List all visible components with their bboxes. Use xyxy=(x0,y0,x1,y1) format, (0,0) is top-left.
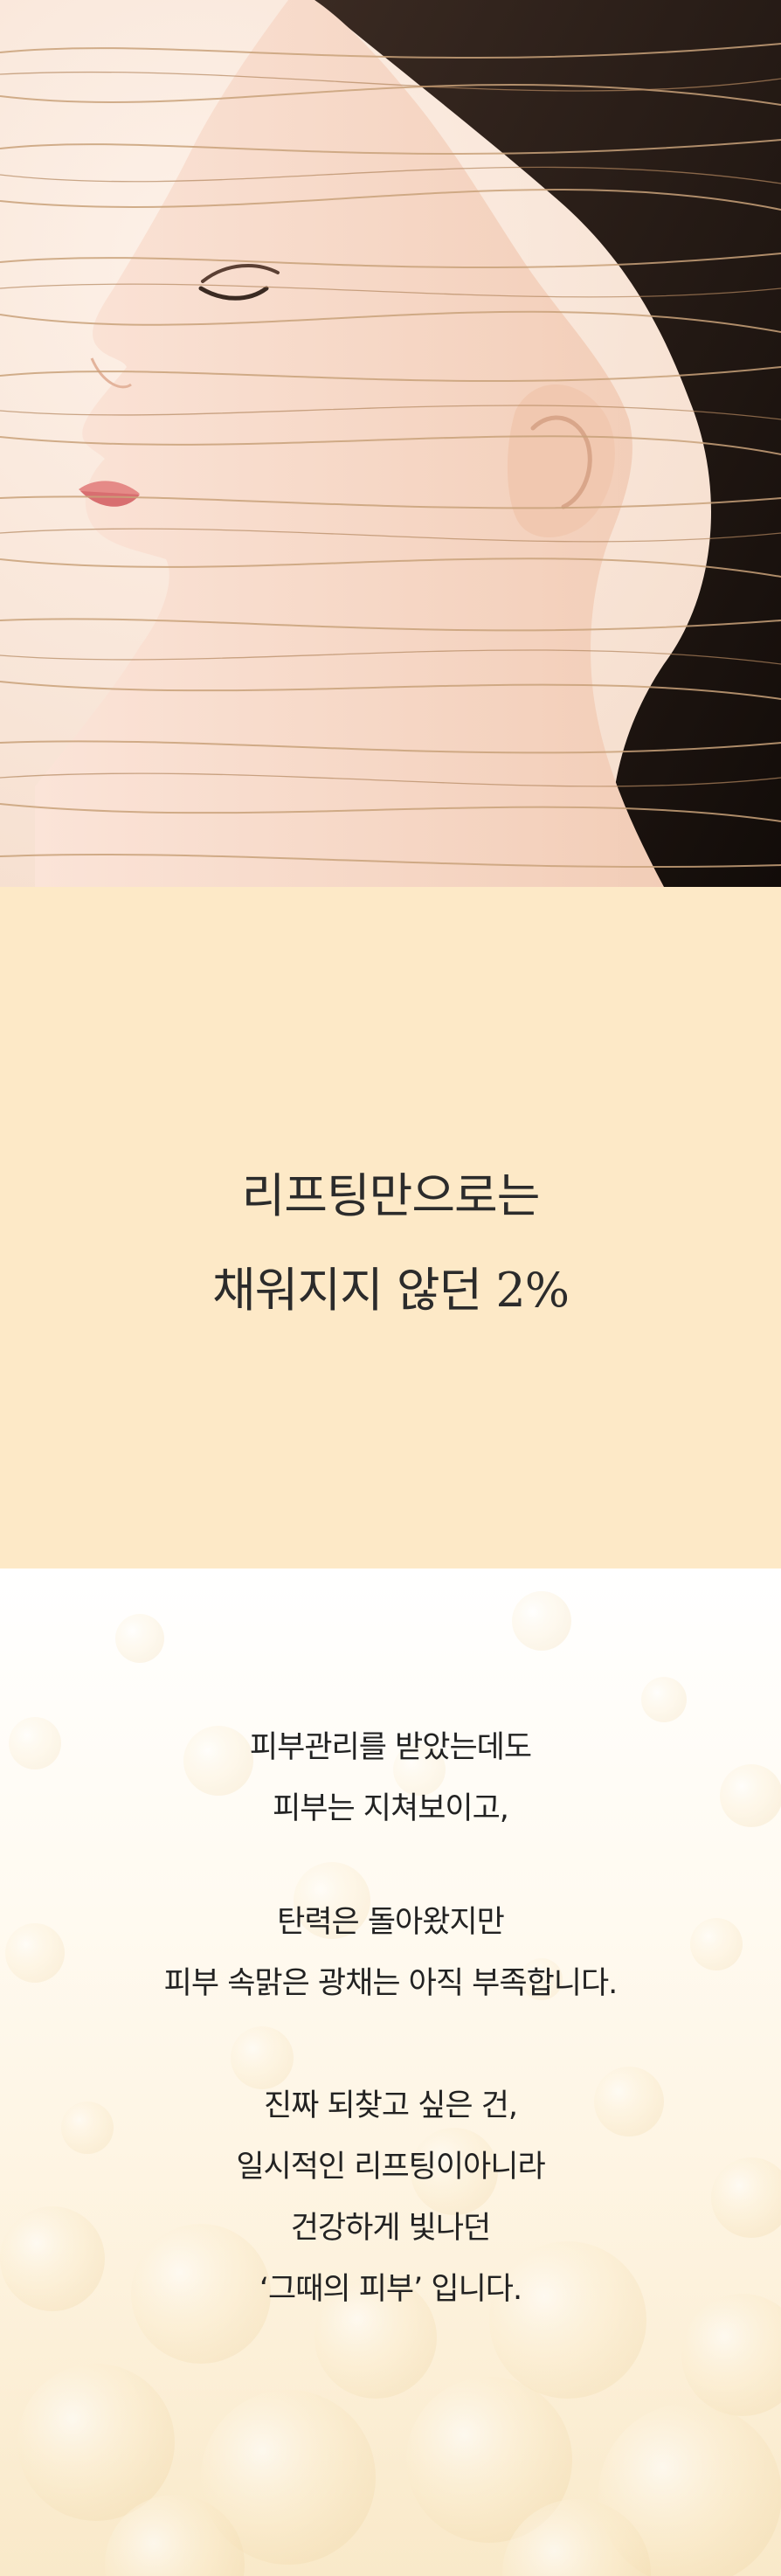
headline: 리프팅만으로는 채워지지 않던 2% xyxy=(0,1149,781,1338)
copy-line: 건강하게 빛나던 xyxy=(290,2211,492,2246)
copy-paragraph-1: 피부관리를 받았는데도 피부는 지쳐보이고, xyxy=(0,1717,781,1839)
copy-line: 진짜 되찾고 싶은 건, xyxy=(263,2088,518,2123)
headline-line-2: 채워지지 않던 2% xyxy=(211,1263,570,1318)
headline-line-1: 리프팅만으로는 xyxy=(241,1168,541,1223)
copy-line: 피부관리를 받았는데도 xyxy=(249,1730,532,1765)
copy-paragraph-2: 탄력은 돌아왔지만 피부 속맑은 광채는 아직 부족합니다. xyxy=(0,1892,781,2014)
hero-image xyxy=(0,0,781,887)
copy-line: ‘그때의 피부’ 입니다. xyxy=(259,2272,522,2307)
copy-line: 피부 속맑은 광채는 아직 부족합니다. xyxy=(163,1966,619,2001)
copy-line: 피부는 지쳐보이고, xyxy=(273,1791,509,1826)
woman-profile-illustration xyxy=(0,0,781,887)
headline-section: 리프팅만으로는 채워지지 않던 2% xyxy=(0,887,781,1568)
copy-line: 탄력은 돌아왔지만 xyxy=(277,1905,505,1940)
copy-paragraph-3: 진짜 되찾고 싶은 건, 일시적인 리프팅이아니라 건강하게 빛나던 ‘그때의 … xyxy=(0,2075,781,2320)
body-copy-section: 피부관리를 받았는데도 피부는 지쳐보이고, 탄력은 돌아왔지만 피부 속맑은 … xyxy=(0,1568,781,2576)
product-detail-page: 리프팅만으로는 채워지지 않던 2% 피부관리를 받았는데도 피부는 지쳐보이고… xyxy=(0,0,781,2576)
copy-line: 일시적인 리프팅이아니라 xyxy=(236,2150,545,2185)
